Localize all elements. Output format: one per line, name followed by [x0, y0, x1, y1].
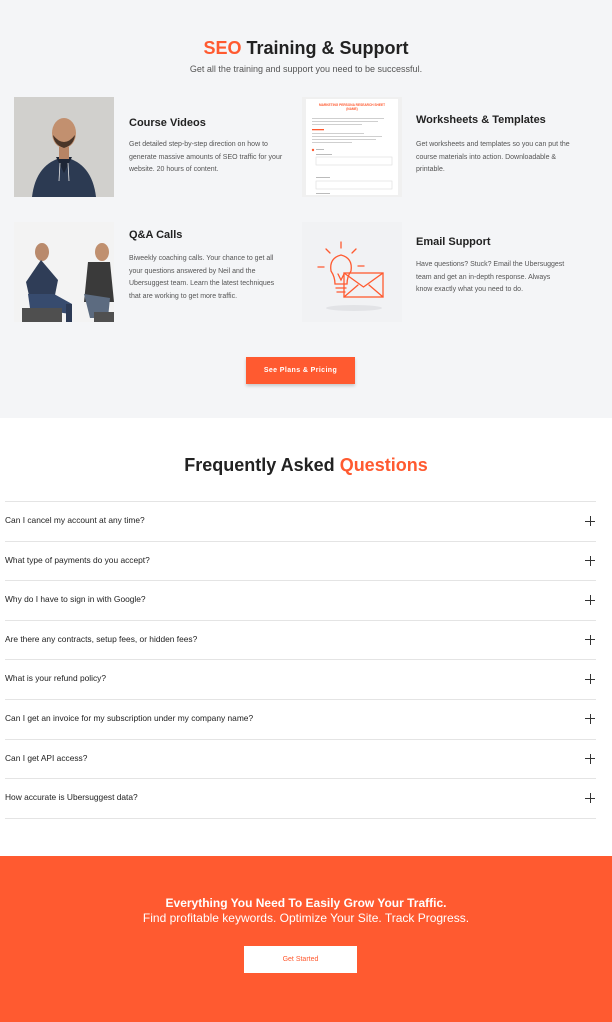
- course-videos-title: Course Videos: [129, 117, 206, 129]
- faq-question: What type of payments do you accept?: [5, 554, 150, 565]
- get-started-button[interactable]: Get Started: [244, 946, 357, 973]
- plus-icon[interactable]: [585, 753, 595, 764]
- plus-icon[interactable]: [585, 713, 595, 724]
- worksheets-desc: Get worksheets and templates so you can …: [416, 141, 570, 174]
- faq-title-main: Frequently Asked: [184, 455, 335, 475]
- plus-icon[interactable]: [585, 793, 595, 804]
- training-subtitle: Get all the training and support you nee…: [189, 64, 423, 74]
- plus-icon[interactable]: [585, 634, 595, 645]
- qa-calls-desc: Biweekly coaching calls. Your chance to …: [129, 255, 275, 301]
- worksheets-title: Worksheets & Templates: [416, 114, 546, 126]
- faq-question: Why do I have to sign in with Google?: [5, 594, 146, 605]
- plus-icon[interactable]: [585, 516, 595, 526]
- email-support-desc: Have questions? Stuck? Email the Ubersug…: [416, 261, 565, 294]
- faq-question: Can I cancel my account at any time?: [5, 515, 145, 525]
- email-support-title: Email Support: [416, 236, 491, 248]
- qa-calls-image: [14, 222, 114, 322]
- faq-list: Can I cancel my account at any time? Wha…: [5, 501, 596, 819]
- course-videos-image: [14, 97, 114, 197]
- faq-item-google-signin[interactable]: Why do I have to sign in with Google?: [5, 581, 596, 621]
- faq-question: Can I get API access?: [5, 752, 88, 763]
- plus-icon[interactable]: [585, 555, 595, 566]
- faq-title-accent: Questions: [339, 455, 428, 475]
- see-plans-pricing-button[interactable]: See Plans & Pricing: [246, 357, 355, 384]
- faq-item-contracts-fees[interactable]: Are there any contracts, setup fees, or …: [5, 621, 596, 661]
- course-videos-desc: Get detailed step-by-step direction on h…: [129, 141, 283, 174]
- faq-item-cancel-account[interactable]: Can I cancel my account at any time?: [5, 502, 596, 542]
- faq-question: Can I get an invoice for my subscription…: [5, 712, 254, 723]
- qa-calls-title: Q&A Calls: [129, 229, 183, 241]
- cta-headline: Everything You Need To Easily Grow Your …: [165, 896, 447, 910]
- faq-title: Frequently Asked Questions: [0, 455, 612, 476]
- faq-item-invoice[interactable]: Can I get an invoice for my subscription…: [5, 700, 596, 740]
- plus-icon[interactable]: [585, 595, 595, 606]
- plus-icon[interactable]: [585, 674, 595, 685]
- training-section: SEO Training & Support Get all the train…: [0, 0, 612, 418]
- email-support-image: [302, 222, 402, 322]
- cta-banner: Everything You Need To Easily Grow Your …: [0, 856, 612, 1022]
- faq-question: What is your refund policy?: [5, 673, 107, 684]
- cta-subline: Find profitable keywords. Optimize Your …: [142, 911, 470, 925]
- faq-item-data-accuracy[interactable]: How accurate is Ubersuggest data?: [5, 779, 596, 819]
- training-title-rest: Training & Support: [246, 38, 409, 58]
- faq-item-payments[interactable]: What type of payments do you accept?: [5, 542, 596, 582]
- training-title: SEO Training & Support: [0, 38, 612, 59]
- faq-question: How accurate is Ubersuggest data?: [5, 792, 138, 803]
- training-title-accent: SEO: [203, 38, 242, 58]
- faq-item-refund-policy[interactable]: What is your refund policy?: [5, 660, 596, 700]
- faq-item-api-access[interactable]: Can I get API access?: [5, 740, 596, 780]
- faq-question: Are there any contracts, setup fees, or …: [5, 633, 198, 644]
- worksheet-image: MARKETING PERSONA RESEARCH SHEET (NAME): [302, 97, 402, 197]
